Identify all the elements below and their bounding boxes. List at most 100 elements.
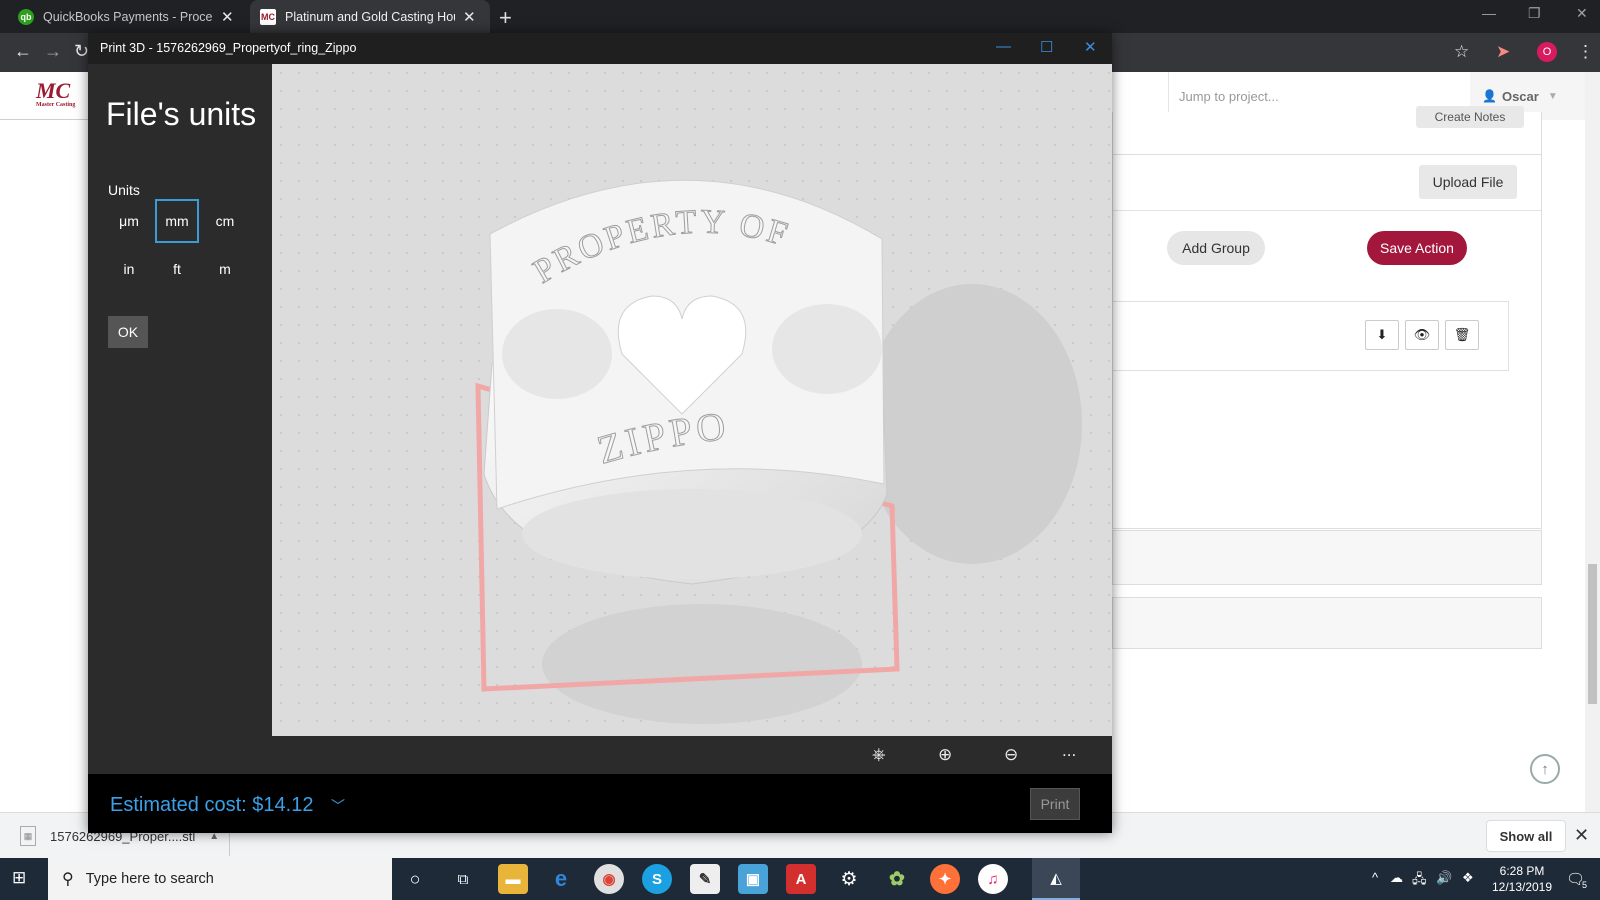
- pen-app-icon[interactable]: ✎: [690, 864, 720, 894]
- notification-count: 5: [1582, 880, 1588, 890]
- skype-icon[interactable]: S: [642, 864, 672, 894]
- file-units-pane: File's units Units μm mm cm in ft m OK: [88, 64, 272, 774]
- zoom-out-icon[interactable]: ⊖: [1004, 745, 1018, 765]
- user-name: Oscar: [1501, 88, 1539, 104]
- unit-option-millimeter[interactable]: mm: [155, 199, 199, 243]
- new-tab-button[interactable]: +: [499, 5, 512, 31]
- itunes-icon[interactable]: ♫: [978, 864, 1008, 894]
- stl-file-icon: ▦: [20, 826, 36, 846]
- minimize-window-icon[interactable]: —: [1482, 5, 1496, 21]
- site-logo[interactable]: MC Master Casting: [36, 78, 92, 112]
- print-3d-window-title: Print 3D - 1576262969_Propertyof_ring_Zi…: [100, 41, 357, 55]
- bookmark-star-icon[interactable]: ☆: [1454, 42, 1469, 62]
- settings-gear-icon[interactable]: ⚙: [834, 864, 864, 894]
- viewport-toolbar: ⎈ ⊕ ⊖ ...: [272, 736, 1112, 774]
- close-tab-icon[interactable]: ✕: [221, 8, 234, 26]
- minimize-icon[interactable]: —: [996, 38, 1011, 55]
- close-window-icon[interactable]: ✕: [1576, 5, 1588, 22]
- photos-app-icon[interactable]: ▣: [738, 864, 768, 894]
- show-all-button[interactable]: Show all: [1486, 820, 1566, 852]
- print-3d-title-bar[interactable]: Print 3D - 1576262969_Propertyof_ring_Zi…: [88, 33, 1112, 64]
- clock-time: 6:28 PM: [1499, 864, 1545, 878]
- forward-arrow-icon[interactable]: →: [44, 41, 62, 62]
- task-view-icon[interactable]: ⧉: [448, 864, 478, 894]
- dropbox-icon[interactable]: ❖: [1462, 870, 1474, 886]
- close-tab-icon[interactable]: ✕: [463, 8, 476, 26]
- tab-title: Platinum and Gold Casting Hous: [285, 9, 455, 24]
- network-icon[interactable]: 🖧: [1412, 870, 1427, 892]
- reset-view-icon[interactable]: ⎈: [872, 745, 886, 765]
- chrome-menu-icon[interactable]: ⋮: [1577, 42, 1594, 62]
- more-options-icon[interactable]: ...: [1062, 741, 1076, 761]
- taskbar-search-placeholder: Type here to search: [85, 871, 214, 887]
- divider: [1113, 210, 1541, 211]
- tab-title: QuickBooks Payments - Process T: [43, 9, 213, 24]
- zoom-in-icon[interactable]: ⊕: [938, 745, 952, 765]
- reload-icon[interactable]: ↻: [74, 41, 89, 62]
- download-icon[interactable]: ⬇: [1365, 320, 1399, 350]
- save-action-button[interactable]: Save Action: [1367, 231, 1467, 265]
- system-clock[interactable]: 6:28 PM 12/13/2019: [1480, 863, 1564, 895]
- extension-icon[interactable]: ➤: [1496, 42, 1510, 62]
- file-explorer-icon[interactable]: ▬: [498, 864, 528, 894]
- units-label: Units: [108, 182, 140, 198]
- unit-option-foot[interactable]: ft: [155, 247, 199, 291]
- tab-quickbooks[interactable]: qb QuickBooks Payments - Process T ✕: [8, 0, 244, 33]
- back-arrow-icon[interactable]: ←: [14, 41, 32, 62]
- clock-date: 12/13/2019: [1491, 880, 1553, 894]
- model-reflection: [542, 604, 862, 724]
- 3d-model-viewport[interactable]: PROPERTY OF ZIPPO: [272, 64, 1112, 736]
- close-download-bar-icon[interactable]: ✕: [1574, 825, 1589, 846]
- ok-button[interactable]: OK: [108, 316, 148, 348]
- unit-option-micrometer[interactable]: μm: [107, 199, 151, 243]
- model-shadow: [862, 284, 1082, 564]
- ornament-right: [772, 304, 882, 394]
- estimated-cost-text: Estimated cost: $14.12: [110, 794, 314, 816]
- view-eye-icon[interactable]: 👁: [1405, 320, 1439, 350]
- unit-option-centimeter[interactable]: cm: [203, 199, 247, 243]
- cortana-icon[interactable]: ○: [400, 864, 430, 894]
- maximize-icon[interactable]: ☐: [1040, 38, 1053, 56]
- browser-tab-strip: qb QuickBooks Payments - Process T ✕ MC …: [0, 0, 1600, 33]
- file-row: ⬇ 👁 🗑: [1112, 301, 1509, 371]
- delete-trash-icon[interactable]: 🗑: [1445, 320, 1479, 350]
- print-3d-taskbar-icon[interactable]: ◭: [1032, 858, 1080, 900]
- print-button[interactable]: Print: [1030, 788, 1080, 820]
- estimated-cost-toggle[interactable]: Estimated cost: $14.12 ﹀: [110, 794, 345, 817]
- tray-expand-chevron-icon[interactable]: ^: [1372, 870, 1378, 885]
- ornament-left: [502, 309, 612, 399]
- page-scrollbar[interactable]: [1585, 72, 1600, 812]
- create-notes-button[interactable]: Create Notes: [1416, 106, 1524, 128]
- close-icon[interactable]: ✕: [1084, 38, 1097, 56]
- edge-icon[interactable]: e: [546, 864, 576, 894]
- scrollbar-thumb[interactable]: [1588, 564, 1597, 704]
- mc-favicon-icon: MC: [260, 8, 276, 25]
- windows-taskbar: ⊞ ⚲ Type here to search ○ ⧉ ▬ e ◉ S ✎ ▣ …: [0, 858, 1600, 900]
- restore-window-icon[interactable]: ❐: [1528, 5, 1541, 22]
- files-panel: Upload File Add Group Save Action ⬇ 👁 🗑: [1112, 154, 1542, 529]
- unit-option-inch[interactable]: in: [107, 247, 151, 291]
- file-units-heading: File's units: [106, 96, 257, 132]
- chevron-down-icon: ▼: [1547, 90, 1558, 102]
- upload-file-button[interactable]: Upload File: [1419, 165, 1517, 199]
- print-3d-window: Print 3D - 1576262969_Propertyof_ring_Zi…: [88, 33, 1112, 833]
- add-group-button[interactable]: Add Group: [1167, 231, 1265, 265]
- profile-avatar[interactable]: O: [1537, 42, 1557, 62]
- search-icon: ⚲: [62, 871, 74, 888]
- firefox-icon[interactable]: ✦: [930, 864, 960, 894]
- onedrive-cloud-icon[interactable]: ☁: [1390, 870, 1403, 886]
- volume-icon[interactable]: 🔊: [1436, 870, 1452, 886]
- taskbar-search[interactable]: ⚲ Type here to search: [48, 858, 392, 900]
- print-3d-footer: Estimated cost: $14.12 ﹀ Print: [88, 774, 1112, 833]
- windows-start-icon[interactable]: ⊞: [12, 868, 32, 888]
- user-icon: 👤: [1482, 89, 1497, 103]
- ring-inner-opening: [522, 489, 862, 579]
- chrome-icon[interactable]: ◉: [594, 864, 624, 894]
- unit-option-meter[interactable]: m: [203, 247, 247, 291]
- quickbooks-favicon-icon: qb: [18, 8, 34, 25]
- acrobat-icon[interactable]: A: [786, 864, 816, 894]
- paint-app-icon[interactable]: ✿: [882, 864, 912, 894]
- tab-platinum-gold-casting[interactable]: MC Platinum and Gold Casting Hous ✕: [250, 0, 490, 33]
- scroll-to-top-icon[interactable]: ↑: [1530, 754, 1560, 784]
- section-panel: [1112, 530, 1542, 585]
